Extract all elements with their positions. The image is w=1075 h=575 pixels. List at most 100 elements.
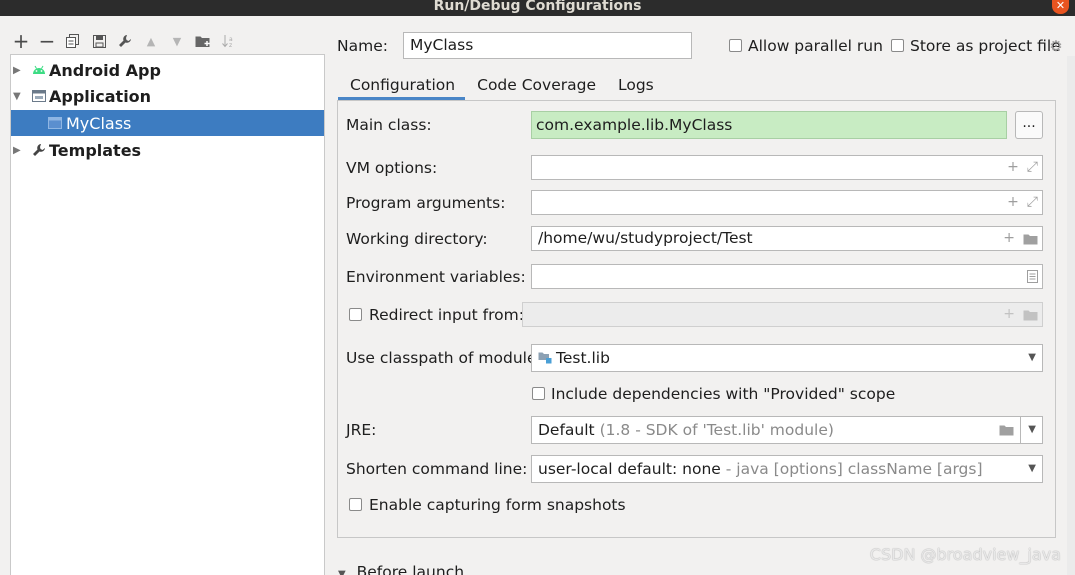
redirect-input-label: Redirect input from: — [369, 306, 524, 324]
edit-templates-button[interactable] — [112, 30, 138, 52]
insert-macro-icon[interactable]: + — [1003, 227, 1015, 250]
folder-add-icon — [195, 36, 210, 47]
document-icon[interactable] — [1027, 270, 1038, 283]
wrench-icon — [31, 142, 47, 158]
insert-macro-icon: + — [1003, 306, 1015, 322]
gear-icon[interactable]: ⚙ — [1048, 38, 1064, 54]
tab-configuration[interactable]: Configuration — [338, 72, 466, 100]
expand-icon[interactable]: ⤢ — [1027, 156, 1038, 179]
redirect-input-checkbox[interactable] — [349, 308, 362, 321]
browse-main-class-button[interactable]: ... — [1015, 111, 1043, 139]
tree-item-templates[interactable]: ▶ Templates — [11, 137, 324, 163]
save-config-button[interactable] — [86, 30, 112, 52]
module-icon — [538, 352, 552, 364]
move-up-icon: ▲ — [146, 34, 156, 48]
add-icon: + — [12, 29, 30, 53]
tree-item-label: Templates — [49, 140, 142, 160]
copy-config-button[interactable] — [60, 30, 86, 52]
sort-button[interactable]: az — [216, 30, 242, 52]
tree-item-label: MyClass — [66, 113, 132, 133]
expand-arrow-icon[interactable]: ▶ — [13, 65, 23, 76]
before-launch-label: Before launch — [356, 563, 465, 575]
program-arguments-label: Program arguments: — [346, 194, 506, 212]
insert-macro-icon[interactable]: + — [1007, 156, 1019, 179]
collapse-arrow-icon[interactable]: ▼ — [338, 569, 346, 575]
working-directory-value: /home/wu/studyproject/Test — [538, 229, 753, 247]
remove-icon: − — [38, 29, 56, 53]
collapse-arrow-icon[interactable]: ▼ — [13, 91, 23, 102]
store-as-file-label: Store as project file — [910, 37, 1061, 55]
environment-variables-label: Environment variables: — [346, 268, 526, 286]
include-dependencies-label: Include dependencies with "Provided" sco… — [551, 385, 896, 403]
tree-item-label: Application — [49, 86, 152, 106]
shorten-command-line-hint: - java [options] className [args] — [725, 460, 983, 478]
environment-variables-input[interactable] — [531, 264, 1043, 289]
vm-options-label: VM options: — [346, 159, 438, 177]
working-directory-input[interactable]: /home/wu/studyproject/Test + — [531, 226, 1043, 251]
insert-macro-icon[interactable]: + — [1007, 191, 1019, 214]
close-window-button[interactable]: ✕ — [1052, 0, 1069, 14]
tree-item-myclass[interactable]: MyClass — [11, 110, 324, 136]
application-icon — [31, 88, 47, 104]
close-icon: ✕ — [1055, 0, 1066, 12]
config-tabs: Configuration Code Coverage Logs — [338, 72, 664, 100]
tree-toolbar: + − ▲ ▼ az — [8, 29, 242, 53]
copy-icon — [66, 34, 79, 48]
working-directory-label: Working directory: — [346, 230, 488, 248]
android-icon — [31, 62, 47, 78]
folder-icon[interactable] — [999, 424, 1014, 436]
svg-text:z: z — [229, 42, 232, 48]
window-titlebar: Run/Debug Configurations ✕ — [0, 0, 1075, 16]
move-up-button[interactable]: ▲ — [138, 30, 164, 52]
panel-scrollbar[interactable] — [1067, 56, 1075, 575]
classpath-module-select[interactable]: Test.lib ▼ — [531, 344, 1043, 372]
tab-logs[interactable]: Logs — [606, 72, 664, 100]
move-down-button[interactable]: ▼ — [164, 30, 190, 52]
window-title: Run/Debug Configurations — [433, 0, 642, 14]
classpath-module-value: Test.lib — [556, 349, 610, 367]
folder-icon — [1023, 310, 1038, 320]
classpath-module-label: Use classpath of module: — [346, 349, 542, 367]
include-dependencies-checkbox[interactable] — [532, 387, 545, 400]
folder-icon[interactable] — [1023, 233, 1038, 245]
shorten-command-line-value: user-local default: none — [538, 460, 721, 478]
allow-parallel-checkbox[interactable] — [729, 39, 742, 52]
main-class-input[interactable]: com.example.lib.MyClass — [531, 111, 1007, 139]
create-folder-button[interactable] — [190, 30, 216, 52]
jre-select[interactable]: Default (1.8 - SDK of 'Test.lib' module) — [531, 416, 1021, 444]
add-config-button[interactable]: + — [8, 29, 34, 53]
tree-item-android-app[interactable]: ▶ Android App — [11, 57, 324, 83]
vm-options-input[interactable]: + ⤢ — [531, 155, 1043, 180]
jre-hint: (1.8 - SDK of 'Test.lib' module) — [599, 421, 834, 439]
sort-icon: az — [222, 35, 233, 48]
enable-snapshots-checkbox[interactable] — [349, 498, 362, 511]
jre-dropdown-button[interactable]: ▼ — [1020, 416, 1043, 444]
enable-snapshots-label: Enable capturing form snapshots — [369, 496, 626, 514]
name-input[interactable]: MyClass — [403, 32, 692, 59]
wrench-icon — [119, 35, 131, 47]
move-down-icon: ▼ — [172, 34, 182, 48]
expand-arrow-icon[interactable]: ▶ — [13, 145, 23, 156]
tab-code-coverage[interactable]: Code Coverage — [465, 72, 606, 100]
tree-item-application[interactable]: ▼ Application — [11, 83, 324, 109]
allow-parallel-label: Allow parallel run — [748, 37, 883, 55]
store-as-file-checkbox[interactable] — [891, 39, 904, 52]
class-config-icon — [47, 115, 63, 131]
dropdown-arrow-icon: ▼ — [1028, 424, 1036, 435]
tree-item-label: Android App — [49, 60, 161, 80]
name-label: Name: — [337, 37, 388, 55]
watermark-text: CSDN @broadview_java — [869, 545, 1061, 564]
configurations-tree: ▶ Android App ▼ Application MyClass ▶ Te… — [10, 54, 325, 575]
jre-label: JRE: — [346, 421, 377, 439]
program-arguments-input[interactable]: + ⤢ — [531, 190, 1043, 215]
remove-config-button[interactable]: − — [34, 29, 60, 53]
main-class-label: Main class: — [346, 116, 432, 134]
shorten-command-line-select[interactable]: user-local default: none - java [options… — [531, 455, 1043, 483]
shorten-command-line-label: Shorten command line: — [346, 460, 528, 478]
jre-value: Default — [538, 421, 595, 439]
expand-icon[interactable]: ⤢ — [1027, 191, 1038, 214]
before-launch-section[interactable]: ▼ Before launch — [338, 563, 464, 575]
redirect-input-field: + — [522, 302, 1043, 327]
dropdown-arrow-icon: ▼ — [1028, 352, 1036, 363]
save-icon — [92, 34, 106, 48]
